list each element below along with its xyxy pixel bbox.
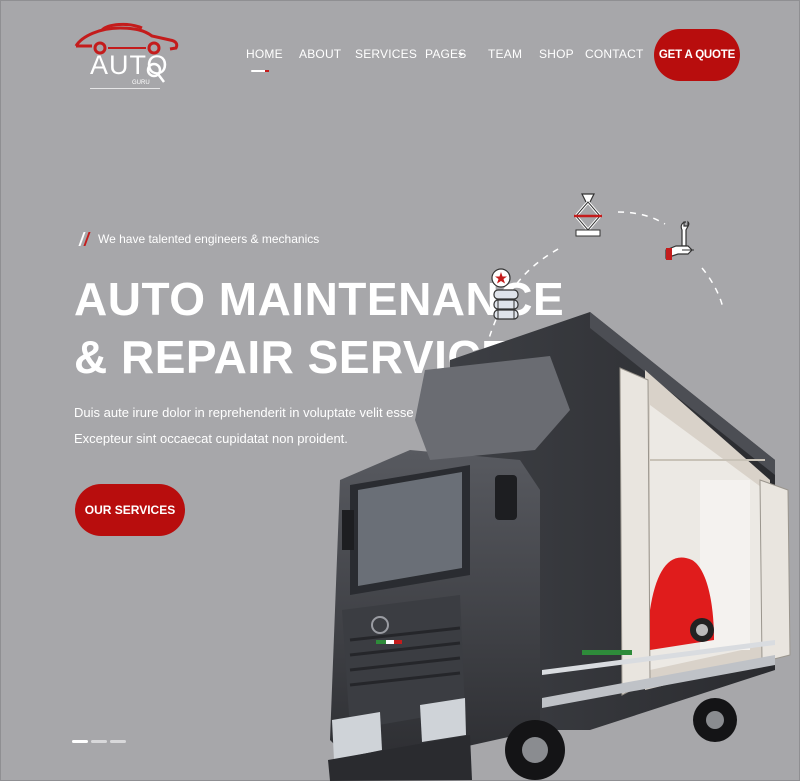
get-quote-button[interactable]: GET A QUOTE [654, 29, 740, 81]
nav-home[interactable]: HOME [246, 47, 283, 61]
nav-shop[interactable]: SHOP [539, 47, 574, 61]
nav-about[interactable]: ABOUT [299, 47, 341, 61]
hero-tagline-text: We have talented engineers & mechanics [98, 232, 320, 246]
nav-services[interactable]: SERVICES [355, 47, 417, 61]
our-services-button[interactable]: OUR SERVICES [75, 484, 185, 536]
truck-hero-image [328, 312, 791, 781]
chevron-down-icon[interactable] [458, 53, 464, 56]
logo-subtext: GURU [132, 80, 150, 86]
nav-contact[interactable]: CONTACT [585, 47, 644, 61]
slash-icon [78, 232, 92, 246]
hero-tagline: We have talented engineers & mechanics [78, 232, 319, 246]
slider-dot-3[interactable] [110, 740, 126, 743]
wrench-hand-icon [665, 220, 694, 260]
slider-dot-2[interactable] [91, 740, 107, 743]
slider-dot-1[interactable] [72, 740, 88, 743]
nav-active-dot [265, 70, 269, 72]
logo-underline [90, 88, 160, 89]
car-jack-icon [574, 193, 602, 237]
nav-team[interactable]: TEAM [488, 47, 522, 61]
